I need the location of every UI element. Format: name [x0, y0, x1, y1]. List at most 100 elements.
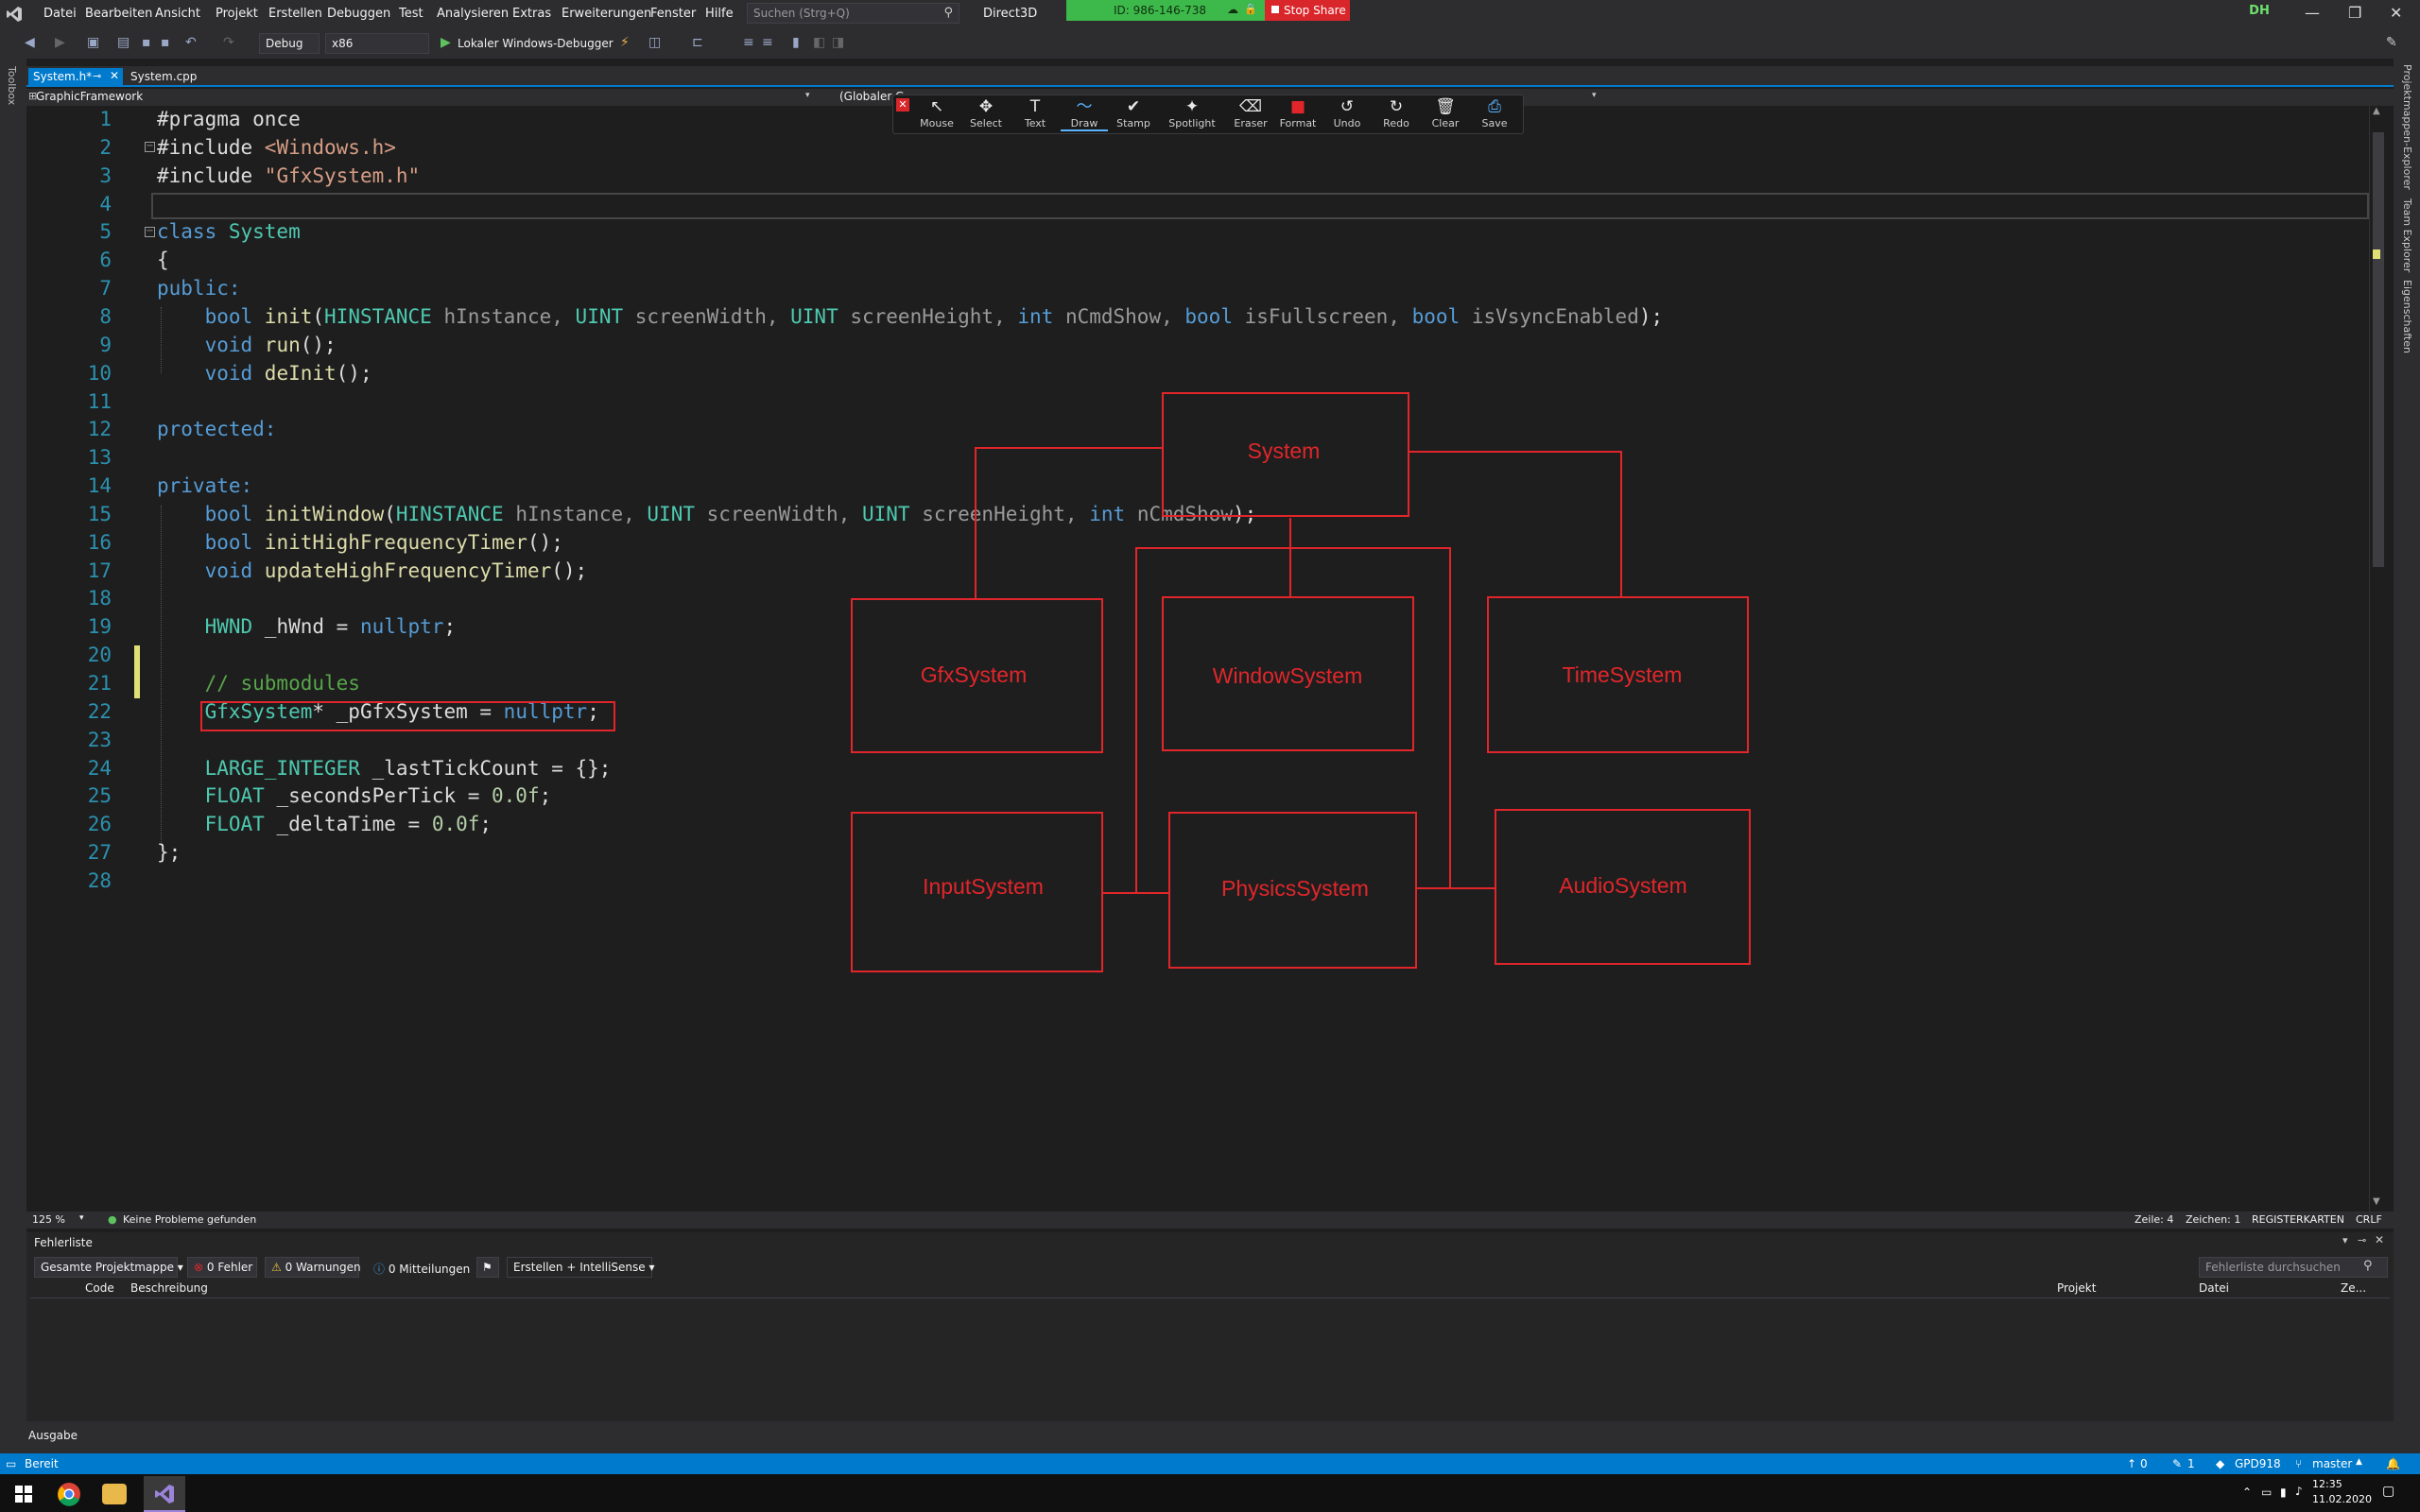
column-description[interactable]: Beschreibung: [130, 1281, 208, 1295]
team-explorer-tab[interactable]: Team Explorer: [2401, 198, 2413, 272]
menu-item-erweiterungen[interactable]: Erweiterungen: [562, 7, 651, 21]
play-icon[interactable]: ▶: [441, 35, 451, 50]
column-project[interactable]: Projekt: [2057, 1281, 2096, 1295]
indent-mode[interactable]: REGISTERKARTEN: [2252, 1213, 2344, 1226]
code-line[interactable]: private:: [157, 474, 252, 497]
fold-toggle-icon[interactable]: −: [145, 142, 155, 152]
menu-item-ansicht[interactable]: Ansicht: [155, 7, 200, 21]
redo-icon[interactable]: ↷: [223, 35, 234, 50]
tab-close-icon[interactable]: ✕: [110, 69, 119, 82]
menu-item-erstellen[interactable]: Erstellen: [268, 7, 322, 21]
indent-icon[interactable]: ≡: [743, 35, 754, 50]
annotation-tool-format[interactable]: ■ Format: [1274, 96, 1322, 129]
annotation-tool-clear[interactable]: 🗑 Clear: [1422, 96, 1469, 129]
scrollbar-thumb[interactable]: [2373, 132, 2384, 567]
code-line[interactable]: class System: [157, 220, 301, 243]
clock-time[interactable]: 12:35: [2312, 1478, 2342, 1490]
issues-status[interactable]: Keine Probleme gefunden: [123, 1213, 256, 1226]
tab-system-h[interactable]: System.h* ⊸ ✕: [28, 68, 123, 85]
menu-item-extras[interactable]: Extras: [512, 7, 551, 21]
code-line[interactable]: #include <Windows.h>: [157, 136, 396, 159]
code-line[interactable]: void updateHighFrequencyTimer();: [157, 559, 588, 582]
scroll-down-icon[interactable]: ▼: [2373, 1196, 2380, 1207]
menu-item-bearbeiten[interactable]: Bearbeiten: [85, 7, 152, 21]
column-code[interactable]: Code: [85, 1281, 114, 1295]
pin-icon[interactable]: ⊸: [93, 70, 101, 82]
customize-icon[interactable]: ✎: [2386, 35, 2397, 50]
new-project-icon[interactable]: ▣: [87, 35, 99, 50]
chevron-down-icon[interactable]: ▾: [1592, 91, 1597, 100]
save-all-icon[interactable]: ▪: [161, 35, 170, 50]
volume-icon[interactable]: ♪: [2295, 1485, 2303, 1498]
code-line[interactable]: #include "GfxSystem.h": [157, 164, 420, 187]
file-explorer-icon[interactable]: [102, 1484, 127, 1504]
scope-select[interactable]: Gesamte Projektmappe ▾: [34, 1257, 183, 1278]
visual-studio-taskbar-button[interactable]: [144, 1476, 185, 1512]
annotation-tool-eraser[interactable]: ⌫ Eraser: [1227, 96, 1274, 129]
messages-filter-button[interactable]: ⓘ 0 Mitteilungen: [367, 1257, 470, 1278]
next-bookmark-icon[interactable]: ◨: [832, 35, 844, 50]
annotation-tool-save[interactable]: ⎙ Save: [1471, 96, 1518, 129]
code-line[interactable]: // submodules: [157, 672, 360, 695]
stop-share-button[interactable]: Stop Share: [1265, 0, 1350, 21]
platform-select[interactable]: x86: [325, 33, 429, 54]
solution-explorer-tab[interactable]: Projektmappen-Explorer: [2401, 64, 2413, 190]
panel-close-icon[interactable]: ✕: [2375, 1233, 2384, 1246]
build-filter-select[interactable]: Erstellen + IntelliSense ▾: [507, 1257, 655, 1278]
code-line[interactable]: public:: [157, 277, 241, 300]
bookmark-icon[interactable]: ▮: [792, 35, 800, 50]
search-input[interactable]: Suchen (Strg+Q) ⚲: [747, 3, 959, 24]
code-line[interactable]: protected:: [157, 418, 276, 440]
code-line[interactable]: bool init(HINSTANCE hInstance, UINT scre…: [157, 305, 1664, 328]
chevron-down-icon[interactable]: ▾: [805, 91, 810, 100]
open-folder-icon[interactable]: ▤: [117, 35, 130, 50]
repository-name[interactable]: GPD918: [2235, 1457, 2281, 1470]
annotation-tool-redo[interactable]: ↻ Redo: [1373, 96, 1420, 129]
errors-filter-button[interactable]: ⊗ 0 Fehler: [187, 1257, 257, 1278]
panel-menu-icon[interactable]: ▾: [2342, 1234, 2348, 1246]
code-line[interactable]: {: [157, 249, 169, 271]
back-icon[interactable]: ◀: [25, 35, 35, 50]
user-avatar[interactable]: DH: [2248, 4, 2271, 25]
annotation-tool-spotlight[interactable]: ✦ Spotlight: [1168, 96, 1216, 129]
camera-icon[interactable]: ◫: [648, 35, 661, 50]
annotation-tool-draw[interactable]: 〜 Draw: [1061, 96, 1108, 131]
network-icon[interactable]: ▭: [2261, 1486, 2272, 1499]
column-file[interactable]: Datei: [2199, 1281, 2229, 1295]
annotation-tool-text[interactable]: T Text: [1011, 96, 1059, 129]
code-line[interactable]: FLOAT _secondsPerTick = 0.0f;: [157, 784, 552, 807]
menu-item-debuggen[interactable]: Debuggen: [327, 7, 390, 21]
tab-system-cpp[interactable]: System.cpp: [127, 68, 200, 85]
toolbox-tab[interactable]: Toolbox: [6, 66, 18, 105]
undo-icon[interactable]: ↶: [185, 35, 197, 50]
menu-item-analysieren[interactable]: Analysieren: [437, 7, 509, 21]
menu-item-datei[interactable]: Datei: [43, 7, 77, 21]
minimize-icon[interactable]: —: [2305, 4, 2320, 22]
code-line[interactable]: HWND _hWnd = nullptr;: [157, 615, 457, 638]
outdent-icon[interactable]: ≡: [762, 35, 773, 50]
pin-icon[interactable]: ⊸: [2358, 1234, 2366, 1246]
windows-start-icon[interactable]: [15, 1486, 32, 1503]
power-icon[interactable]: ▮: [2280, 1486, 2287, 1499]
commits-up[interactable]: 0: [2140, 1457, 2148, 1470]
code-line[interactable]: FLOAT _deltaTime = 0.0f;: [157, 813, 492, 835]
annotation-tool-stamp[interactable]: ✔ Stamp: [1110, 96, 1157, 129]
code-line[interactable]: #pragma once: [157, 108, 301, 130]
clock-date[interactable]: 11.02.2020: [2312, 1493, 2372, 1505]
branch-name[interactable]: master: [2312, 1457, 2352, 1470]
annotation-tool-undo[interactable]: ↺ Undo: [1323, 96, 1371, 129]
code-line[interactable]: void run();: [157, 334, 337, 356]
warnings-filter-button[interactable]: ⚠ 0 Warnungen: [265, 1257, 361, 1278]
code-line[interactable]: };: [157, 841, 181, 864]
line-ending[interactable]: CRLF: [2356, 1213, 2382, 1226]
filter-icon[interactable]: ⚑: [476, 1257, 499, 1278]
start-debugger-button[interactable]: Lokaler Windows-Debugger: [458, 37, 614, 50]
chevron-up-icon[interactable]: ▲: [2356, 1457, 2362, 1467]
code-editor[interactable]: [26, 106, 2367, 1211]
properties-tab[interactable]: Eigenschaften: [2401, 280, 2413, 353]
error-list-search-input[interactable]: Fehlerliste durchsuchen: [2199, 1257, 2388, 1278]
save-icon[interactable]: ▪: [142, 35, 151, 50]
notifications-icon[interactable]: 🔔: [2386, 1457, 2400, 1470]
action-center-icon[interactable]: ▢: [2382, 1484, 2394, 1499]
fold-toggle-icon[interactable]: −: [145, 227, 155, 237]
